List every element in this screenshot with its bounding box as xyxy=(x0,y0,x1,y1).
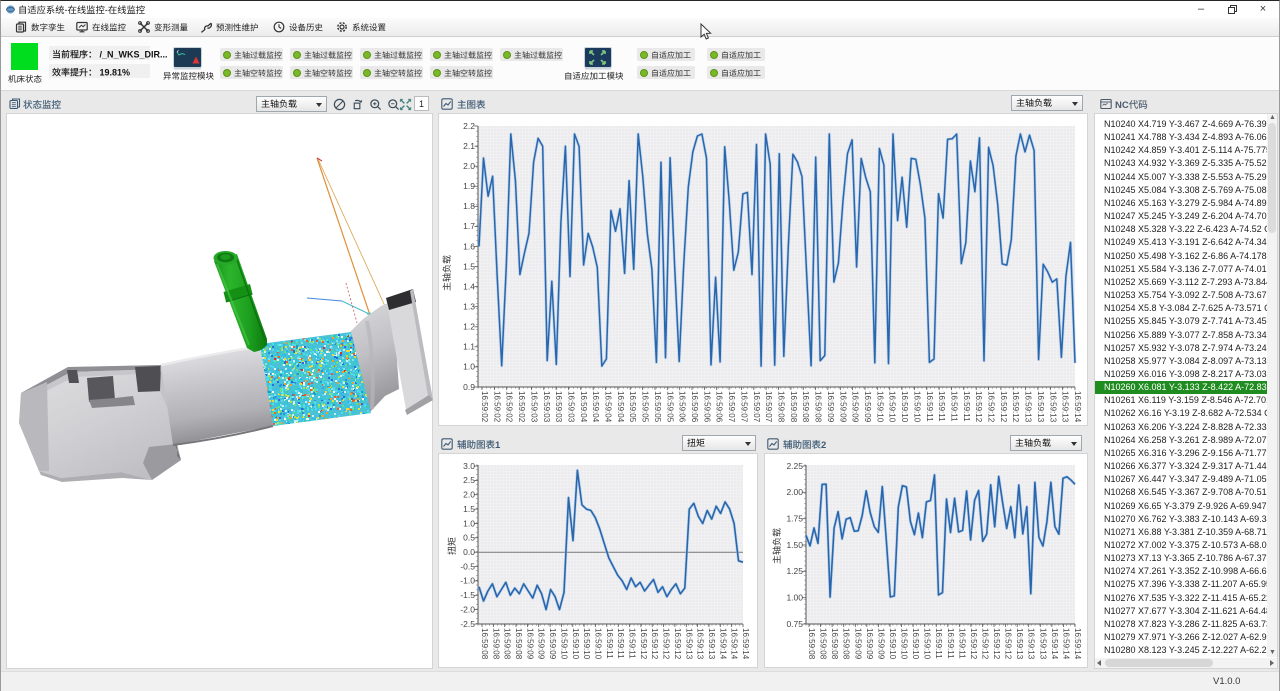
svg-text:-: - xyxy=(65,5,68,15)
svg-text:1: 1 xyxy=(495,440,501,451)
svg-text:19.81%: 19.81% xyxy=(97,68,130,78)
svg-text:-: - xyxy=(105,5,108,15)
svg-text:/_N_WKS_DIR...: /_N_WKS_DIR... xyxy=(97,50,168,60)
svg-text:2: 2 xyxy=(821,440,826,451)
svg-text:NC: NC xyxy=(1115,100,1129,111)
